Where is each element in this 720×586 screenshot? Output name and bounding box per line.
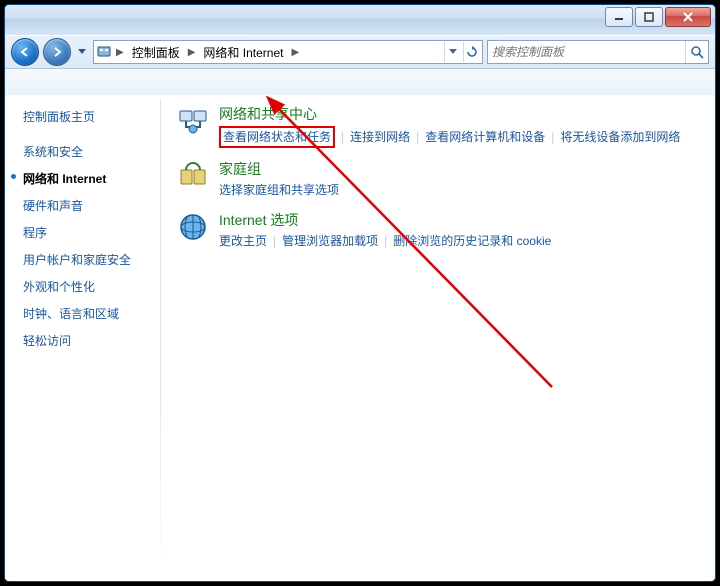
maximize-button[interactable] [635, 7, 663, 27]
search-icon[interactable] [685, 41, 708, 63]
chevron-right-icon: ▶ [289, 47, 301, 58]
category-icon [177, 160, 209, 192]
content-area: 网络和共享中心查看网络状态和任务 | 连接到网络 | 查看网络计算机和设备 | 将无线设备添… [161, 95, 715, 581]
category-icon [177, 105, 209, 137]
minimize-button[interactable] [605, 7, 633, 27]
category-title[interactable]: Internet 选项 [219, 211, 298, 229]
chevron-right-icon: ▶ [186, 47, 198, 58]
window-titlebar [5, 5, 715, 35]
breadcrumb-item[interactable]: 网络和 Internet [199, 44, 287, 61]
category-link[interactable]: 管理浏览器加载项 [282, 234, 378, 248]
address-bar[interactable]: ▶ 控制面板 ▶ 网络和 Internet ▶ [93, 40, 483, 64]
address-dropdown[interactable] [444, 42, 461, 62]
category-link[interactable]: 选择家庭组和共享选项 [219, 183, 339, 197]
category-link[interactable]: 删除浏览的历史记录和 cookie [393, 234, 551, 248]
refresh-button[interactable] [463, 42, 480, 62]
category-link[interactable]: 查看网络计算机和设备 [425, 130, 545, 144]
category-link[interactable]: 将无线设备添加到网络 [560, 130, 680, 144]
category-link[interactable]: 查看网络状态和任务 [223, 130, 331, 144]
category-title[interactable]: 家庭组 [219, 160, 261, 178]
toolbar-strip [5, 69, 715, 96]
link-separator: | [384, 234, 387, 248]
breadcrumb-item[interactable]: 控制面板 [128, 44, 184, 61]
category-link[interactable]: 更改主页 [219, 234, 267, 248]
category-link[interactable]: 连接到网络 [350, 130, 410, 144]
sidebar-item[interactable]: 外观和个性化 [5, 273, 160, 300]
sidebar-item[interactable]: 时钟、语言和区域 [5, 300, 160, 327]
sidebar-item[interactable]: 轻松访问 [5, 327, 160, 354]
close-button[interactable] [665, 7, 711, 27]
search-input[interactable] [488, 45, 685, 59]
sidebar-item[interactable]: 网络和 Internet [5, 165, 160, 192]
back-button[interactable] [11, 38, 39, 66]
search-box[interactable] [487, 40, 709, 64]
sidebar-item[interactable]: 程序 [5, 219, 160, 246]
control-panel-icon [96, 44, 112, 60]
forward-button[interactable] [43, 38, 71, 66]
navigation-bar: ▶ 控制面板 ▶ 网络和 Internet ▶ [5, 35, 715, 69]
sidebar-item[interactable]: 用户帐户和家庭安全 [5, 246, 160, 273]
sidebar: 控制面板主页系统和安全网络和 Internet硬件和声音程序用户帐户和家庭安全外… [5, 95, 160, 581]
link-separator: | [341, 130, 344, 144]
highlighted-link: 查看网络状态和任务 [219, 126, 335, 148]
category-title[interactable]: 网络和共享中心 [219, 105, 317, 123]
link-separator: | [551, 130, 554, 144]
recent-pages-dropdown[interactable] [75, 42, 89, 62]
chevron-right-icon: ▶ [114, 47, 126, 58]
link-separator: | [416, 130, 419, 144]
sidebar-item[interactable]: 控制面板主页 [5, 103, 160, 130]
sidebar-item[interactable]: 系统和安全 [5, 138, 160, 165]
sidebar-item[interactable]: 硬件和声音 [5, 192, 160, 219]
category-icon [177, 211, 209, 243]
link-separator: | [273, 234, 276, 248]
